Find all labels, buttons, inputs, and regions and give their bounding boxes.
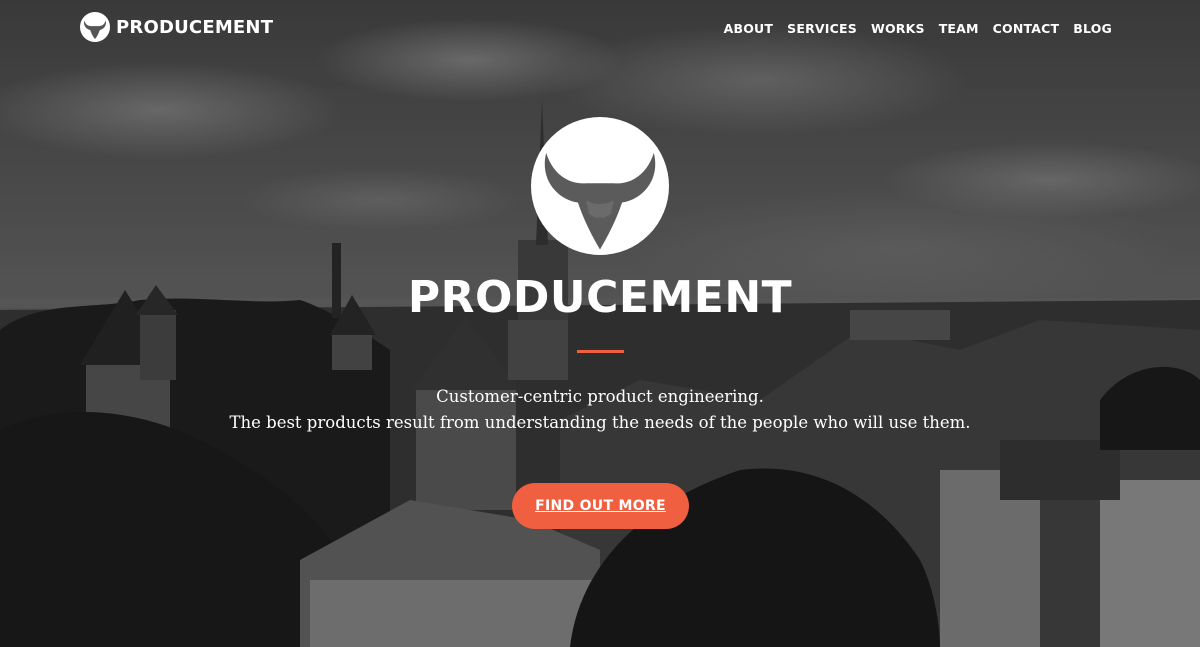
nav-link-services[interactable]: SERVICES [787, 21, 857, 36]
hero-tagline: Customer-centric product engineering. Th… [0, 384, 1200, 436]
nav-menu: ABOUT SERVICES WORKS TEAM CONTACT BLOG [724, 18, 1112, 37]
brand-name: PRODUCEMENT [116, 16, 274, 38]
nav-link-about[interactable]: ABOUT [724, 21, 774, 36]
hero-section: PRODUCEMENT Customer-centric product eng… [0, 0, 1200, 647]
hero-title: PRODUCEMENT [407, 272, 793, 323]
bull-head-icon [531, 117, 669, 255]
top-navbar: PRODUCEMENT ABOUT SERVICES WORKS TEAM CO… [0, 0, 1200, 54]
brand-link[interactable]: PRODUCEMENT [80, 12, 273, 42]
nav-link-contact[interactable]: CONTACT [993, 21, 1060, 36]
nav-link-works[interactable]: WORKS [871, 21, 925, 36]
bull-head-icon [80, 12, 110, 42]
nav-link-team[interactable]: TEAM [939, 21, 979, 36]
title-divider [577, 350, 624, 353]
find-out-more-button[interactable]: FIND OUT MORE [512, 483, 689, 529]
tagline-line-2: The best products result from understand… [229, 413, 971, 432]
nav-link-blog[interactable]: BLOG [1073, 21, 1112, 36]
tagline-line-1: Customer-centric product engineering. [436, 387, 764, 406]
